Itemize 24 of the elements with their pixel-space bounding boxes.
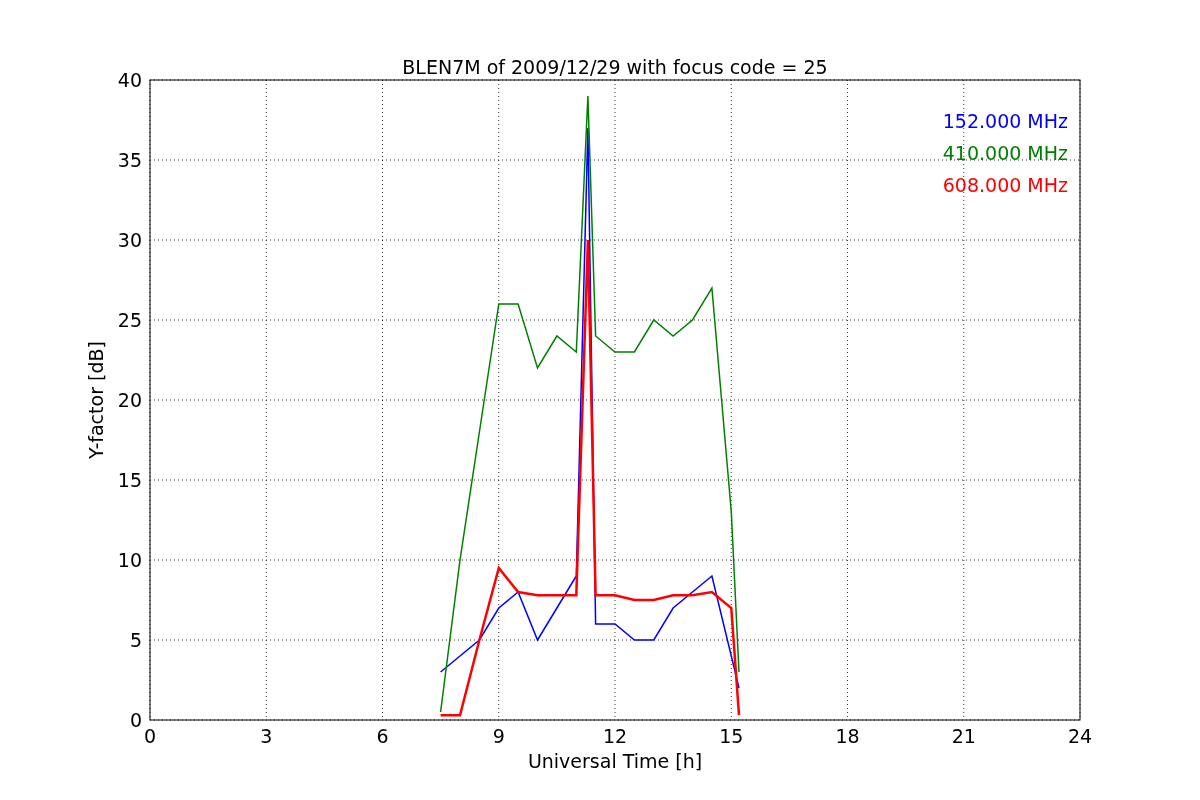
legend-label: 152.000 MHz: [942, 110, 1068, 132]
axis-label: Universal Time [h]: [527, 750, 703, 772]
tick-label: 15: [117, 469, 142, 491]
tick-label: 9: [492, 725, 505, 747]
tick-label: 40: [117, 69, 142, 91]
legend-label: 410.000 MHz: [942, 142, 1068, 164]
tick-label: 30: [117, 229, 142, 251]
tick-label: 0: [129, 709, 142, 731]
tick-label: 10: [117, 549, 142, 571]
tick-label: 0: [143, 725, 157, 747]
tick-label: 12: [602, 725, 628, 747]
tick-label: 21: [951, 725, 976, 747]
tick-label: 6: [376, 725, 389, 747]
tick-label: 3: [260, 725, 273, 747]
chart-title: BLEN7M of 2009/12/29 with focus code = 25: [402, 56, 828, 78]
tick-label: 35: [117, 149, 142, 171]
tick-label: 20: [117, 389, 142, 411]
tick-label: 24: [1067, 725, 1093, 747]
tick-label: 15: [719, 725, 744, 747]
legend-label: 608.000 MHz: [942, 174, 1068, 196]
tick-label: 5: [129, 629, 142, 651]
tick-label: 25: [117, 309, 142, 331]
tick-label: 18: [835, 725, 860, 747]
axis-label: Y-factor [dB]: [85, 341, 107, 459]
